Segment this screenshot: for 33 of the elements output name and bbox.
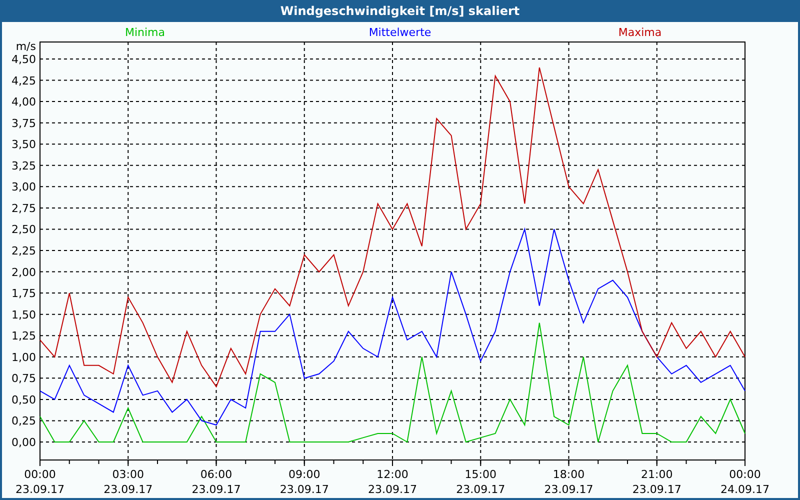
axis-title: m/s xyxy=(16,40,36,53)
axis-label: 1,25 xyxy=(12,330,36,343)
axis-label: 2,25 xyxy=(12,244,36,258)
axis-label: 4,25 xyxy=(12,74,36,88)
axis-label: 18:00 23.09.17 xyxy=(544,468,594,496)
axis-label: 3,75 xyxy=(12,116,36,130)
axis-label: 1,50 xyxy=(12,308,36,322)
axis-label: 2,75 xyxy=(12,202,36,215)
axis-label: 21:00 23.09.17 xyxy=(632,468,682,496)
axis-label: 0,25 xyxy=(12,414,36,428)
axis-label: 1,75 xyxy=(12,287,36,300)
axis-label: 2,50 xyxy=(12,223,36,236)
legend-label: Mittelwerte xyxy=(368,26,432,39)
axis-label: 09:00 23.09.17 xyxy=(280,468,329,496)
axis-label: 0,00 xyxy=(12,436,36,449)
legend-label: Maxima xyxy=(618,26,662,39)
axis-label: 03:00 23.09.17 xyxy=(104,468,153,496)
axis-label: 3,25 xyxy=(12,159,36,172)
legend-label: Minima xyxy=(124,26,166,39)
chart-title: Windgeschwindigkeit [m/s] skaliert xyxy=(2,0,798,22)
axis-label: 00:00 23.09.17 xyxy=(16,468,64,496)
axis-label: 2,00 xyxy=(12,266,36,279)
axis-label: 1,00 xyxy=(12,350,36,364)
axis-label: 06:00 23.09.17 xyxy=(192,468,241,496)
axis-label: 3,00 xyxy=(12,180,36,194)
axis-label: 4,00 xyxy=(12,96,36,109)
axis-label: 3,50 xyxy=(12,138,36,152)
axis-label: 0,50 xyxy=(12,393,36,406)
axis-label: 12:00 23.09.17 xyxy=(368,468,417,496)
axis-label: 15:00 23.09.17 xyxy=(456,468,506,496)
axis-label: 4,50 xyxy=(12,53,36,66)
axis-label: 0,75 xyxy=(12,372,36,386)
axis-label: 00:00 24.09.17 xyxy=(720,468,770,496)
